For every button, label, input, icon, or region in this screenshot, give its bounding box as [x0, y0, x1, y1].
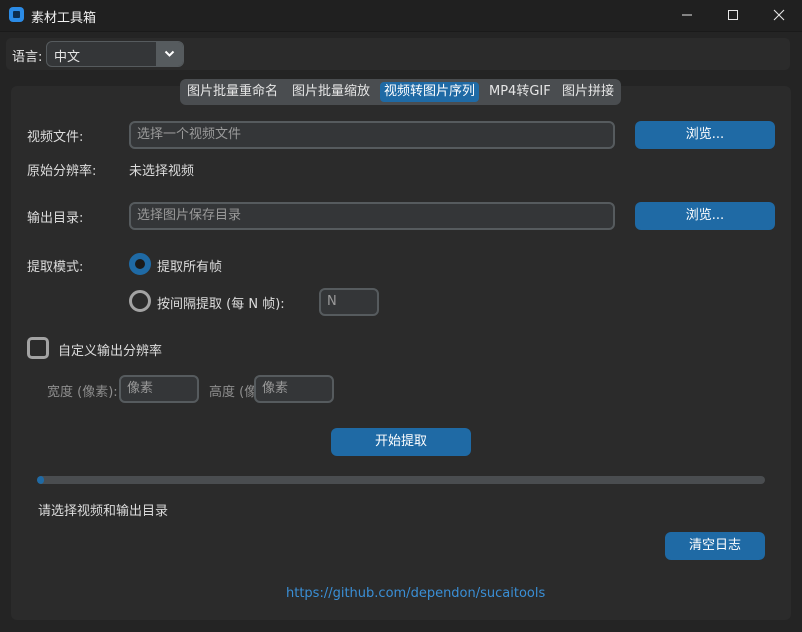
github-link[interactable]: https://github.com/dependon/sucaitools	[286, 586, 545, 601]
minimize-icon	[682, 14, 692, 16]
tab-video-to-images[interactable]: 视频转图片序列	[380, 82, 480, 102]
resolution-value: 未选择视频	[129, 164, 195, 179]
maximize-button[interactable]	[710, 0, 756, 31]
progress-bar	[37, 476, 765, 484]
width-label: 宽度 (像素):	[47, 385, 118, 400]
close-icon	[773, 9, 785, 21]
tab-image-rename[interactable]: 图片批量重命名	[183, 82, 282, 102]
window-title: 素材工具箱	[31, 11, 97, 26]
start-extract-button[interactable]: 开始提取	[331, 428, 471, 456]
resolution-label: 原始分辨率:	[27, 164, 97, 179]
browse-video-button[interactable]: 浏览...	[635, 121, 775, 149]
tab-image-resize[interactable]: 图片批量缩放	[288, 82, 374, 102]
radio-all-frames-label: 提取所有帧	[157, 260, 223, 275]
tab-image-stitch[interactable]: 图片拼接	[558, 82, 618, 102]
width-input[interactable]: 像素	[119, 375, 199, 403]
output-dir-input[interactable]: 选择图片保存目录	[129, 202, 615, 230]
status-text: 请选择视频和输出目录	[38, 504, 169, 519]
language-label: 语言:	[12, 50, 43, 65]
video-file-input[interactable]: 选择一个视频文件	[129, 121, 615, 149]
language-select[interactable]: 中文	[46, 41, 184, 67]
custom-resolution-label: 自定义输出分辨率	[58, 344, 163, 359]
clear-log-button[interactable]: 清空日志	[665, 532, 765, 560]
radio-interval-frames[interactable]	[129, 290, 151, 312]
output-dir-label: 输出目录:	[27, 211, 84, 226]
progress-fill	[37, 476, 45, 484]
app-icon	[9, 7, 24, 22]
chevron-down-icon	[164, 50, 175, 57]
radio-all-frames[interactable]	[129, 253, 151, 275]
extract-mode-label: 提取模式:	[27, 260, 84, 275]
close-button[interactable]	[756, 0, 802, 31]
minimize-button[interactable]	[664, 0, 710, 31]
browse-output-button[interactable]: 浏览...	[635, 202, 775, 230]
language-dropdown-button[interactable]	[156, 42, 183, 66]
tab-mp4-to-gif[interactable]: MP4转GIF	[485, 82, 555, 102]
language-value: 中文	[54, 50, 81, 65]
radio-interval-label: 按间隔提取 (每 N 帧):	[157, 297, 285, 312]
tab-bar: 图片批量重命名 图片批量缩放 视频转图片序列 MP4转GIF 图片拼接	[180, 79, 621, 105]
language-bar: 语言: 中文	[6, 38, 790, 70]
video-file-label: 视频文件:	[27, 130, 84, 145]
custom-resolution-checkbox[interactable]	[27, 337, 49, 359]
height-input[interactable]: 像素	[254, 375, 334, 403]
height-label: 高度 (像	[209, 385, 258, 400]
interval-input[interactable]: N	[319, 288, 379, 316]
maximize-icon	[728, 10, 738, 20]
title-bar: 素材工具箱	[0, 0, 802, 32]
